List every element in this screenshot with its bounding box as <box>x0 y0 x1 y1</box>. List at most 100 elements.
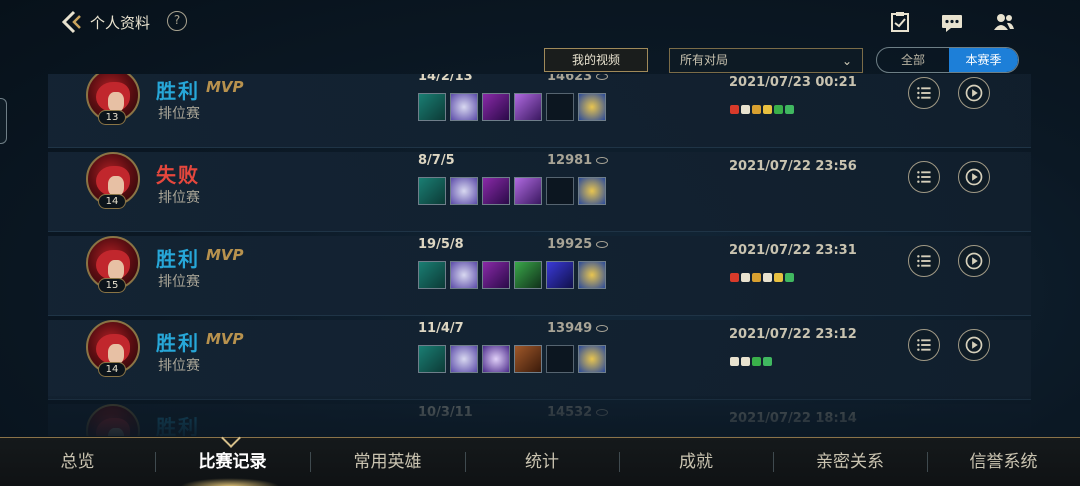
match-date: 2021/07/22 23:12 <box>729 327 857 342</box>
match-row[interactable]: 14 失败 排位赛 8/7/5 12981 2021/07/22 23:56 <box>48 152 1031 232</box>
match-date: 2021/07/22 23:31 <box>729 243 857 258</box>
item-slot <box>450 93 478 121</box>
replay-play-icon[interactable] <box>958 245 990 277</box>
gold-coin-icon <box>596 74 609 80</box>
game-mode: 排位赛 <box>158 190 200 206</box>
sidebar-handle[interactable] <box>0 98 7 144</box>
mvp-badge: MVP <box>206 330 244 348</box>
match-row[interactable]: 14 胜利 MVP 排位赛 11/4/7 13949 2021/07/22 23… <box>48 320 1031 400</box>
gold-earned: 14532 <box>547 405 609 420</box>
tab-honor-system[interactable]: 信誉系统 <box>927 438 1080 486</box>
gold-coin-icon <box>596 157 609 164</box>
toggle-all-option[interactable]: 全部 <box>877 48 949 72</box>
game-mode: 排位赛 <box>158 358 200 374</box>
item-slot <box>450 261 478 289</box>
match-result: 胜利 <box>156 79 200 103</box>
gold-earned: 13949 <box>547 321 609 336</box>
match-result: 失败 <box>156 163 200 187</box>
champion-level: 13 <box>98 110 126 125</box>
mvp-badge: MVP <box>206 246 244 264</box>
item-slot <box>514 261 542 289</box>
match-result: 胜利 <box>156 415 200 436</box>
replay-play-icon[interactable] <box>958 329 990 361</box>
tab-relationships[interactable]: 亲密关系 <box>773 438 927 486</box>
kda: 19/5/8 <box>418 237 464 252</box>
match-date: 2021/07/23 00:21 <box>729 75 857 90</box>
match-row[interactable]: 13 胜利 MVP 排位赛 14/2/13 14623 2021/07/23 0… <box>48 74 1031 148</box>
item-slot <box>482 345 510 373</box>
champion-level: 15 <box>98 278 126 293</box>
match-result: 胜利 <box>156 247 200 271</box>
item-slot <box>418 93 446 121</box>
item-slot-empty <box>546 177 574 205</box>
match-type-value: 所有对局 <box>680 53 729 67</box>
toggle-season-option[interactable]: 本赛季 <box>949 48 1018 72</box>
trinket-slot <box>578 177 606 205</box>
item-slot <box>514 345 542 373</box>
list-icon[interactable] <box>908 161 940 193</box>
gold-earned: 12981 <box>547 153 609 168</box>
item-slot <box>482 93 510 121</box>
match-date: 2021/07/22 23:56 <box>729 159 857 174</box>
item-slot <box>546 261 574 289</box>
replay-play-icon[interactable] <box>958 161 990 193</box>
item-slot <box>418 177 446 205</box>
tab-statistics[interactable]: 统计 <box>465 438 619 486</box>
item-slot <box>450 345 478 373</box>
chevron-down-icon: ⌄ <box>841 54 852 68</box>
kda: 10/3/11 <box>418 405 473 420</box>
match-row[interactable]: 胜利 10/3/11 14532 2021/07/22 18:14 <box>48 404 1031 436</box>
gold-earned: 19925 <box>547 237 609 252</box>
match-tags <box>730 267 796 282</box>
item-slot <box>450 177 478 205</box>
list-icon[interactable] <box>908 77 940 109</box>
season-toggle[interactable]: 全部 本赛季 <box>876 47 1019 73</box>
friends-icon[interactable] <box>993 12 1015 32</box>
back-chevron-icon[interactable] <box>58 10 84 34</box>
item-slot-empty <box>546 93 574 121</box>
match-list[interactable]: 13 胜利 MVP 排位赛 14/2/13 14623 2021/07/23 0… <box>48 74 1031 436</box>
item-slot <box>482 261 510 289</box>
gold-coin-icon <box>596 241 609 248</box>
page-title: 个人资料 <box>90 14 151 32</box>
list-icon[interactable] <box>908 329 940 361</box>
match-date: 2021/07/22 18:14 <box>729 411 857 426</box>
clipboard-check-icon[interactable] <box>889 12 911 32</box>
champion-avatar <box>86 404 140 436</box>
match-result: 胜利 <box>156 331 200 355</box>
match-tags <box>730 99 796 114</box>
header: 个人资料 ? <box>0 0 1080 44</box>
tab-overview[interactable]: 总览 <box>0 438 155 486</box>
gold-value: 13949 <box>547 321 593 336</box>
champion-level: 14 <box>98 362 126 377</box>
kda: 14/2/13 <box>418 74 473 84</box>
kda: 8/7/5 <box>418 153 455 168</box>
champion-level: 14 <box>98 194 126 209</box>
item-slot <box>418 345 446 373</box>
gold-value: 14623 <box>547 74 593 84</box>
match-row[interactable]: 15 胜利 MVP 排位赛 19/5/8 19925 2021/07/22 23… <box>48 236 1031 316</box>
tab-favorite-champions[interactable]: 常用英雄 <box>310 438 465 486</box>
item-slot-empty <box>546 345 574 373</box>
kda: 11/4/7 <box>418 321 464 336</box>
item-slot <box>482 177 510 205</box>
item-slot <box>514 177 542 205</box>
trinket-slot <box>578 261 606 289</box>
match-type-dropdown[interactable]: 所有对局 ⌄ <box>669 48 863 73</box>
gold-value: 19925 <box>547 237 593 252</box>
list-icon[interactable] <box>908 245 940 277</box>
active-tab-glow <box>180 478 280 486</box>
gold-value: 12981 <box>547 153 593 168</box>
replay-play-icon[interactable] <box>958 77 990 109</box>
match-tags <box>730 351 774 366</box>
trinket-slot <box>578 93 606 121</box>
my-videos-button[interactable]: 我的视频 <box>544 48 648 72</box>
help-icon[interactable]: ? <box>167 11 187 31</box>
gold-earned: 14623 <box>547 74 609 84</box>
bottom-tab-bar: 总览 比赛记录 常用英雄 统计 成就 亲密关系 信誉系统 <box>0 428 1080 486</box>
chat-icon[interactable] <box>941 12 963 32</box>
tab-achievements[interactable]: 成就 <box>619 438 773 486</box>
gold-coin-icon <box>596 325 609 332</box>
trinket-slot <box>578 345 606 373</box>
item-slot <box>418 261 446 289</box>
